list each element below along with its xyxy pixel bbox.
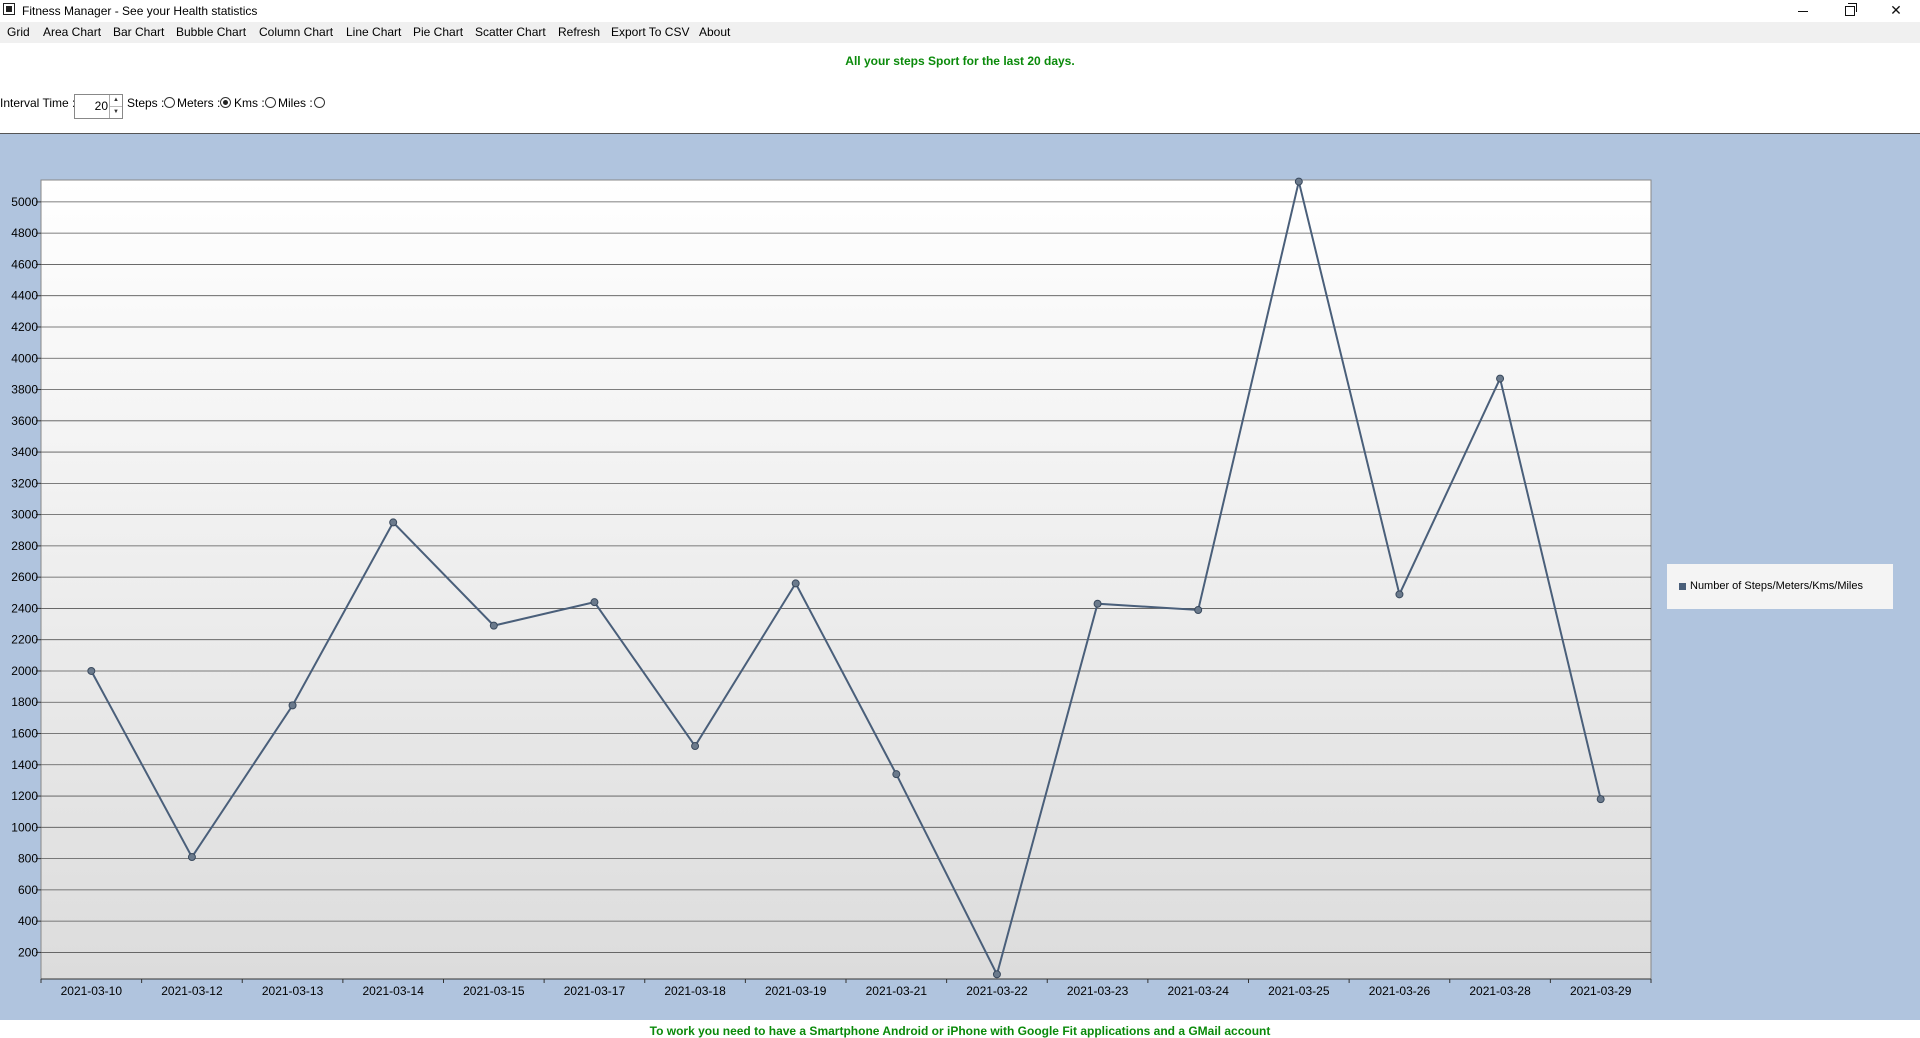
x-tick-label: 2021-03-17	[564, 984, 626, 998]
x-tick-label: 2021-03-24	[1167, 984, 1229, 998]
interval-value: 20	[94, 99, 108, 113]
y-tick-label: 600	[18, 883, 38, 897]
menu-column-chart[interactable]: Column Chart	[259, 25, 333, 39]
menu-grid[interactable]: Grid	[7, 25, 30, 39]
data-point	[1596, 795, 1605, 804]
menu-about[interactable]: About	[699, 25, 730, 39]
data-point	[288, 701, 297, 710]
y-tick-label: 400	[18, 914, 38, 928]
y-tick-label: 5000	[11, 195, 38, 209]
menu-bubble-chart[interactable]: Bubble Chart	[176, 25, 246, 39]
menu-line-chart[interactable]: Line Chart	[346, 25, 401, 39]
x-tick-label: 2021-03-21	[866, 984, 928, 998]
x-tick-label: 2021-03-23	[1067, 984, 1129, 998]
app-icon	[3, 3, 15, 15]
y-tick-label: 3000	[11, 508, 38, 522]
unit-miles-label: Miles :	[278, 96, 313, 110]
close-icon: ✕	[1890, 2, 1902, 18]
minimize-button[interactable]	[1780, 0, 1826, 22]
y-tick-label: 2800	[11, 539, 38, 553]
x-tick-label: 2021-03-18	[664, 984, 726, 998]
y-tick-label: 3800	[11, 383, 38, 397]
chart-legend: Number of Steps/Meters/Kms/Miles	[1667, 564, 1893, 609]
x-tick-label: 2021-03-15	[463, 984, 525, 998]
window-title: Fitness Manager - See your Health statis…	[22, 4, 258, 18]
unit-meters-label: Meters :	[177, 96, 221, 110]
y-tick-label: 3600	[11, 414, 38, 428]
interval-stepper[interactable]: 20 ▲ ▼	[74, 94, 123, 119]
x-tick-label: 2021-03-14	[362, 984, 424, 998]
x-tick-label: 2021-03-13	[262, 984, 324, 998]
x-tick-label: 2021-03-28	[1469, 984, 1531, 998]
stepper-down-icon[interactable]: ▼	[110, 107, 122, 118]
data-point	[892, 770, 901, 779]
x-tick-label: 2021-03-19	[765, 984, 827, 998]
unit-kms-label: Kms :	[234, 96, 265, 110]
x-tick-label: 2021-03-22	[966, 984, 1028, 998]
data-point	[1294, 177, 1303, 186]
line-chart: 200 400 600 800 1000 1200 1400 1600 1800 2000 2200…	[11, 177, 1652, 998]
title-bar: Fitness Manager - See your Health statis…	[0, 0, 1920, 22]
y-tick-label: 1200	[11, 789, 38, 803]
y-tick-label: 1800	[11, 695, 38, 709]
data-point	[691, 742, 700, 751]
y-tick-label: 1600	[11, 727, 38, 741]
menu-refresh[interactable]: Refresh	[558, 25, 600, 39]
x-tick-label: 2021-03-10	[61, 984, 123, 998]
y-tick-label: 4600	[11, 257, 38, 271]
data-point	[389, 518, 398, 527]
unit-kms-radio[interactable]	[265, 97, 276, 108]
data-point	[1496, 374, 1505, 383]
legend-swatch	[1679, 583, 1686, 590]
data-point	[489, 621, 498, 630]
stepper-up-icon[interactable]: ▲	[110, 95, 122, 107]
unit-steps-label: Steps :	[127, 96, 165, 110]
y-tick-label: 2200	[11, 633, 38, 647]
y-tick-label: 2400	[11, 601, 38, 615]
header-message: All your steps Sport for the last 20 day…	[845, 54, 1075, 68]
minimize-icon	[1798, 10, 1808, 12]
data-point	[187, 853, 196, 862]
y-tick-label: 4400	[11, 289, 38, 303]
stepper-buttons: ▲ ▼	[109, 95, 122, 118]
x-tick-label: 2021-03-12	[161, 984, 223, 998]
y-tick-label: 2600	[11, 570, 38, 584]
close-button[interactable]: ✕	[1873, 0, 1919, 22]
data-point	[1194, 605, 1203, 614]
y-tick-label: 4000	[11, 351, 38, 365]
unit-steps-radio[interactable]	[164, 97, 175, 108]
plot-area	[40, 179, 1652, 980]
menu-scatter-chart[interactable]: Scatter Chart	[475, 25, 546, 39]
menu-area-chart[interactable]: Area Chart	[43, 25, 101, 39]
y-tick-label: 3400	[11, 445, 38, 459]
menu-bar-chart[interactable]: Bar Chart	[113, 25, 164, 39]
menu-pie-chart[interactable]: Pie Chart	[413, 25, 463, 39]
data-point	[590, 598, 599, 607]
y-tick-label: 200	[18, 945, 38, 959]
y-tick-label: 3200	[11, 476, 38, 490]
restore-button[interactable]	[1827, 0, 1873, 22]
interval-label: Interval Time :	[0, 96, 76, 110]
x-tick-label: 2021-03-26	[1369, 984, 1431, 998]
data-point	[87, 666, 96, 675]
y-tick-label: 4800	[11, 226, 38, 240]
unit-meters-radio[interactable]	[220, 97, 231, 108]
menu-export-csv[interactable]: Export To CSV	[611, 25, 689, 39]
legend-label: Number of Steps/Meters/Kms/Miles	[1690, 580, 1863, 592]
x-tick-label: 2021-03-29	[1570, 984, 1632, 998]
data-point	[791, 579, 800, 588]
chart-area: 200 400 600 800 1000 1200 1400 1600 1800 2000 2200…	[0, 133, 1920, 1020]
data-point	[1395, 590, 1404, 599]
data-point	[1093, 599, 1102, 608]
x-tick-label: 2021-03-25	[1268, 984, 1330, 998]
unit-miles-radio[interactable]	[314, 97, 325, 108]
data-point	[992, 970, 1001, 979]
y-tick-label: 1400	[11, 758, 38, 772]
y-tick-label: 800	[18, 852, 38, 866]
restore-icon	[1845, 3, 1857, 17]
y-tick-label: 2000	[11, 664, 38, 678]
y-tick-label: 4200	[11, 320, 38, 334]
menu-bar: Grid Area Chart Bar Chart Bubble Chart C…	[0, 22, 1920, 43]
y-tick-label: 1000	[11, 820, 38, 834]
